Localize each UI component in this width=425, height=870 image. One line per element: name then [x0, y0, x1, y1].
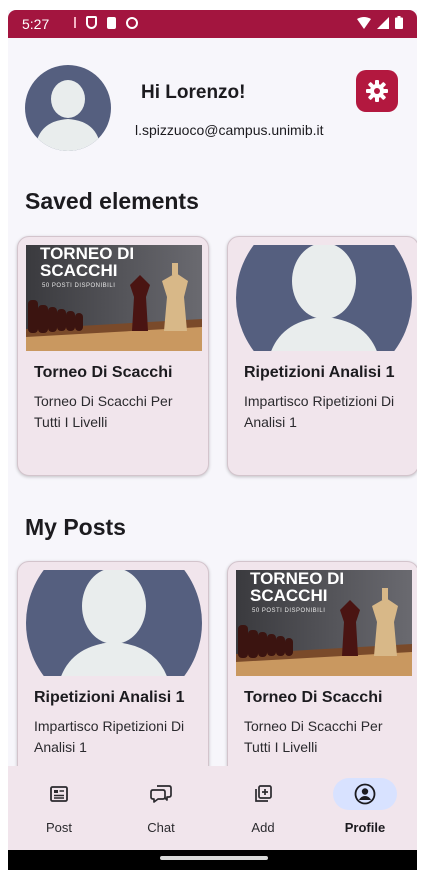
home-handle[interactable] [160, 856, 268, 860]
gear-icon [366, 80, 388, 102]
gesture-bar [8, 850, 417, 870]
bottom-navigation: Post Chat Add Profile [8, 766, 417, 850]
card-title: Torneo Di Scacchi [34, 364, 173, 381]
saved-elements-title: Saved elements [25, 188, 199, 214]
avatar-placeholder-image [26, 570, 202, 676]
chess-image: TORNEO DI SCACCHI 50 POSTI DISPONIBILI [236, 570, 412, 676]
nav-item-post[interactable]: Post [8, 766, 110, 850]
chess-image-subcaption: 50 POSTI DISPONIBILI [252, 608, 326, 614]
my-posts-title: My Posts [25, 514, 126, 540]
card-title: Ripetizioni Analisi 1 [244, 364, 395, 381]
nav-label: Chat [147, 820, 175, 835]
saved-card-torneo[interactable]: TORNEO DI SCACCHI 50 POSTI DISPONIBILI T… [17, 236, 209, 476]
chess-image: TORNEO DI SCACCHI 50 POSTI DISPONIBILI [26, 245, 202, 351]
chess-image-subcaption: 50 POSTI DISPONIBILI [42, 283, 116, 289]
post-card-ripetizioni[interactable]: Ripetizioni Analisi 1 Impartisco Ripetiz… [17, 561, 209, 801]
chat-icon [150, 785, 172, 803]
sync-icon [126, 16, 138, 29]
greeting-text: Hi Lorenzo! [141, 82, 246, 103]
avatar-placeholder-image [236, 245, 412, 351]
status-bar: 5:27 [8, 10, 417, 38]
article-icon [50, 786, 68, 802]
saved-card-ripetizioni[interactable]: Ripetizioni Analisi 1 Impartisco Ripetiz… [227, 236, 417, 476]
settings-button[interactable] [356, 70, 398, 112]
chess-image-caption: TORNEO DI SCACCHI [250, 570, 345, 605]
avatar-placeholder-icon [35, 80, 101, 151]
card-description: Torneo Di Scacchi Per Tutti I Livelli [34, 393, 173, 430]
nav-label: Profile [344, 820, 386, 835]
sim-card-icon [107, 16, 116, 29]
card-description: Torneo Di Scacchi Per Tutti I Livelli [244, 718, 383, 755]
nav-item-profile[interactable]: Profile [314, 766, 416, 850]
signal-icon [377, 16, 389, 29]
chess-image-caption: TORNEO DI SCACCHI [40, 245, 135, 280]
wifi-icon [357, 16, 371, 29]
nav-item-add[interactable]: Add [212, 766, 314, 850]
avatar [25, 65, 111, 151]
account-circle-icon [354, 783, 376, 805]
card-description: Impartisco Ripetizioni Di Analisi 1 [244, 393, 395, 430]
add-library-icon [255, 785, 272, 802]
shield-icon [86, 16, 97, 29]
app-screen: 5:27 Hi Lorenzo! l.spizzuoco@campus.unim… [8, 10, 417, 870]
battery-icon [395, 16, 403, 29]
download-icon [74, 17, 76, 28]
user-email: l.spizzuoco@campus.unimib.it [135, 122, 324, 138]
card-title: Torneo Di Scacchi [244, 689, 383, 706]
status-time: 5:27 [22, 16, 50, 32]
card-description: Impartisco Ripetizioni Di Analisi 1 [34, 718, 185, 755]
nav-label: Post [45, 820, 72, 835]
card-title: Ripetizioni Analisi 1 [34, 689, 185, 706]
post-card-torneo[interactable]: TORNEO DI SCACCHI 50 POSTI DISPONIBILI T… [227, 561, 417, 801]
nav-item-chat[interactable]: Chat [110, 766, 212, 850]
active-indicator [333, 778, 397, 810]
nav-label: Add [251, 820, 275, 835]
